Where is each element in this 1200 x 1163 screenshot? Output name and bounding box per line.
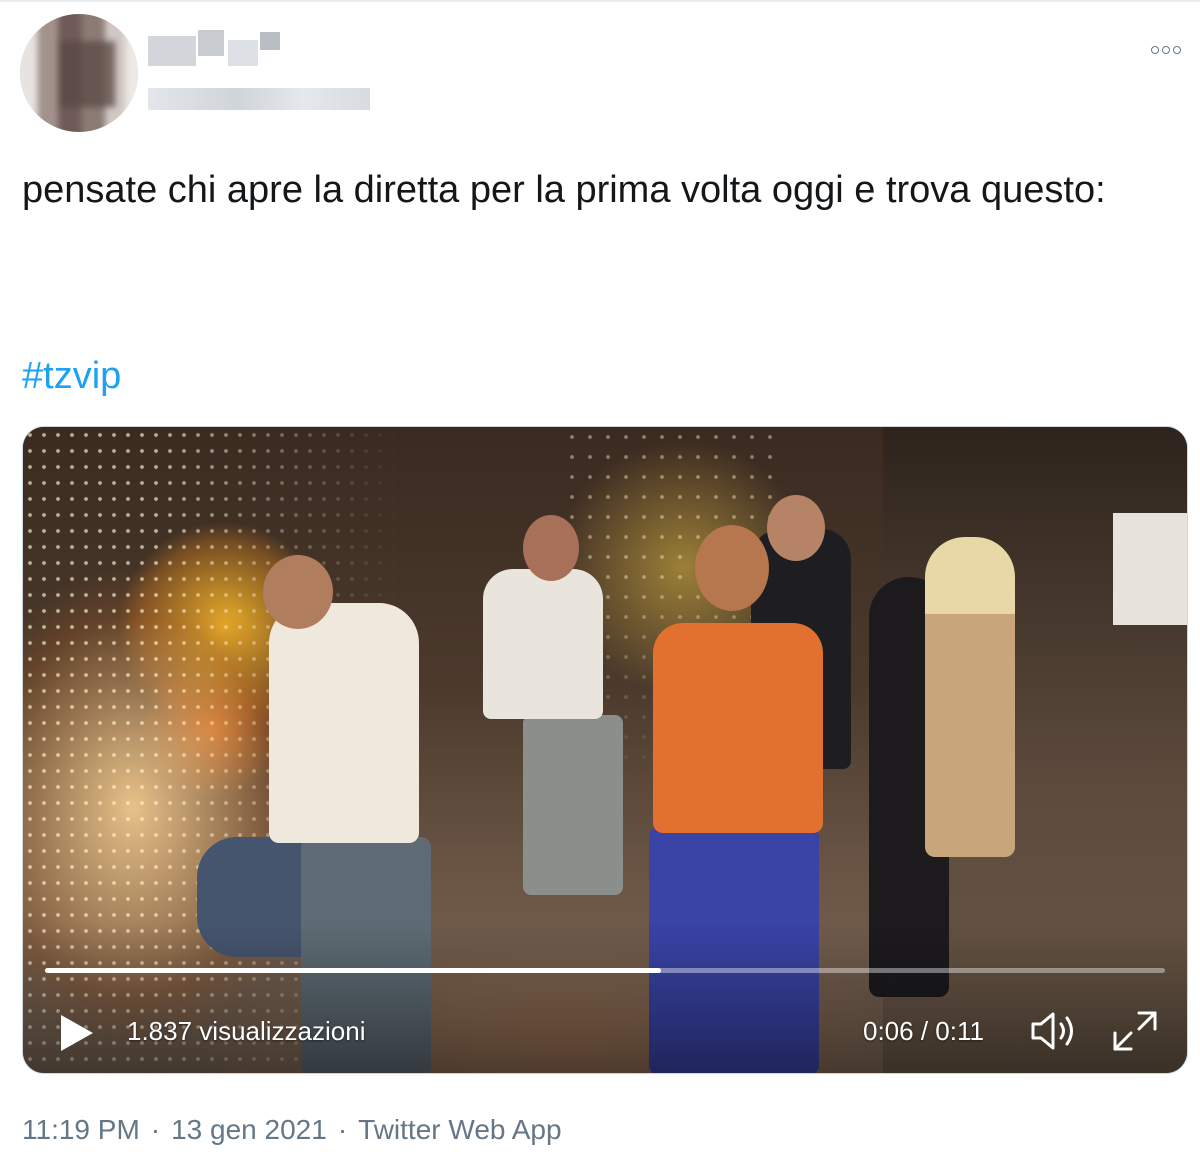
person-tee-head xyxy=(523,515,579,581)
more-icon xyxy=(1151,46,1159,54)
person-black-shirt-head xyxy=(767,495,825,561)
person-blonde xyxy=(925,537,1015,857)
more-icon-dot xyxy=(1162,46,1170,54)
person-dancing-head xyxy=(263,555,333,629)
video-background-panel xyxy=(1113,513,1187,625)
play-button[interactable] xyxy=(53,1013,93,1053)
person-orange-head xyxy=(695,525,769,611)
tweet-metadata: 11:19 PM · 13 gen 2021 · Twitter Web App xyxy=(22,1110,562,1150)
person-tee-legs xyxy=(523,715,623,895)
volume-button[interactable] xyxy=(1029,1009,1083,1053)
display-name-blurred[interactable] xyxy=(148,30,288,70)
tweet-source-link[interactable]: Twitter Web App xyxy=(358,1110,561,1150)
video-time: 0:06 / 0:11 xyxy=(863,1016,984,1046)
person-tee xyxy=(483,569,603,719)
person-orange-vest xyxy=(653,623,823,833)
more-icon-dot xyxy=(1173,46,1181,54)
top-divider xyxy=(0,0,1200,2)
video-player[interactable]: 1.837 visualizzazioni 0:06 / 0:11 xyxy=(22,426,1188,1074)
video-progress-bar[interactable] xyxy=(45,968,1165,973)
hashtag-link[interactable]: #tzvip xyxy=(22,346,121,406)
avatar[interactable] xyxy=(20,14,138,132)
video-progress-fill xyxy=(45,968,661,973)
person-dancing xyxy=(269,603,419,843)
controls-gradient xyxy=(23,923,1187,1073)
tweet-date-link[interactable]: 13 gen 2021 xyxy=(171,1110,327,1150)
tweet-time-link[interactable]: 11:19 PM xyxy=(22,1110,140,1150)
username-blurred[interactable] xyxy=(148,88,370,110)
more-options-button[interactable] xyxy=(1146,38,1186,62)
fullscreen-icon xyxy=(1113,1011,1157,1051)
separator: · xyxy=(337,1114,348,1145)
tweet-text: pensate chi apre la diretta per la prima… xyxy=(22,169,1106,211)
separator: · xyxy=(150,1114,161,1145)
avatar-image-blurred xyxy=(20,14,138,132)
view-count: 1.837 visualizzazioni xyxy=(127,1016,366,1046)
volume-icon xyxy=(1031,1012,1073,1050)
fullscreen-button[interactable] xyxy=(1111,1009,1159,1053)
